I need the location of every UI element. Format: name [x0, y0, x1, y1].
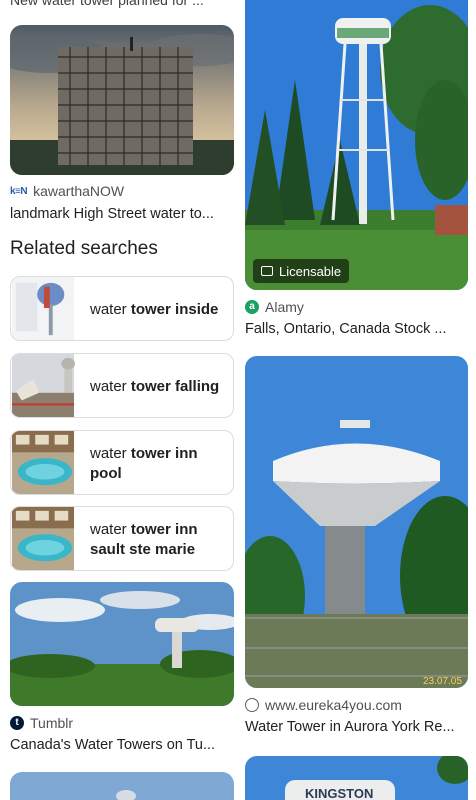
result-image-aurora-tower[interactable]: 23.07.05: [245, 356, 468, 688]
related-search-label: water tower inn pool: [90, 444, 198, 482]
related-search-chip[interactable]: water tower falling: [10, 353, 234, 418]
source-name: Alamy: [265, 299, 304, 315]
next-result-photo: [10, 772, 234, 800]
result-caption[interactable]: landmark High Street water to...: [10, 206, 234, 222]
result-image-scaffold-tower[interactable]: [10, 25, 234, 175]
related-thumb-diagram: [11, 277, 75, 340]
licensable-label: Licensable: [279, 263, 342, 279]
image-date-stamp: 23.07.05: [423, 676, 462, 687]
related-searches-heading: Related searches: [10, 238, 158, 259]
related-thumb-pool: [11, 507, 75, 570]
result-source-tumblr[interactable]: t Tumblr: [10, 715, 73, 731]
source-name: Tumblr: [30, 715, 74, 731]
result-image-tower-field[interactable]: [10, 582, 234, 706]
source-name: kawarthaNOW: [33, 183, 125, 199]
result-caption[interactable]: Falls, Ontario, Canada Stock ...: [245, 321, 468, 337]
related-search-label: water tower inn sault ste marie: [90, 520, 198, 558]
result-image-kingston-tower[interactable]: KINGSTON: [245, 756, 468, 800]
result-image-next[interactable]: [10, 772, 234, 800]
result-image-alamy-tower[interactable]: Licensable: [245, 0, 468, 290]
related-search-chip[interactable]: water tower inside: [10, 276, 234, 341]
alamy-tower-photo: [245, 0, 468, 290]
related-thumb-pool: [11, 431, 75, 494]
result-source-kawarthanow[interactable]: k≡N kawarthaNOW: [10, 183, 124, 199]
kingston-sign-text: KINGSTON: [305, 786, 373, 800]
related-thumb-falling: [11, 354, 75, 417]
tower-field-photo: [10, 582, 234, 706]
kawarthanow-logo-icon: k≡N: [10, 185, 28, 197]
related-search-label: water tower inside: [90, 300, 219, 318]
related-search-label: water tower falling: [90, 377, 220, 395]
related-search-chip[interactable]: water tower inn pool: [10, 430, 234, 495]
related-search-chip[interactable]: water tower inn sault ste marie: [10, 506, 234, 571]
result-caption[interactable]: Canada's Water Towers on Tu...: [10, 737, 234, 753]
result-source-eureka4you[interactable]: www.eureka4you.com: [245, 697, 402, 713]
scaffold-tower-photo: [10, 25, 234, 175]
previous-result-caption[interactable]: New water tower planned for ...: [10, 0, 234, 8]
kingston-tower-photo: KINGSTON: [245, 756, 468, 800]
alamy-icon: a: [245, 300, 259, 314]
globe-icon: [245, 698, 259, 712]
result-caption[interactable]: Water Tower in Aurora York Re...: [245, 719, 468, 735]
licensable-badge[interactable]: Licensable: [253, 259, 350, 283]
source-name: www.eureka4you.com: [265, 697, 402, 713]
tumblr-icon: t: [10, 716, 24, 730]
aurora-tower-photo: 23.07.05: [245, 356, 468, 688]
result-source-alamy[interactable]: a Alamy: [245, 299, 304, 315]
image-icon: [261, 266, 273, 276]
